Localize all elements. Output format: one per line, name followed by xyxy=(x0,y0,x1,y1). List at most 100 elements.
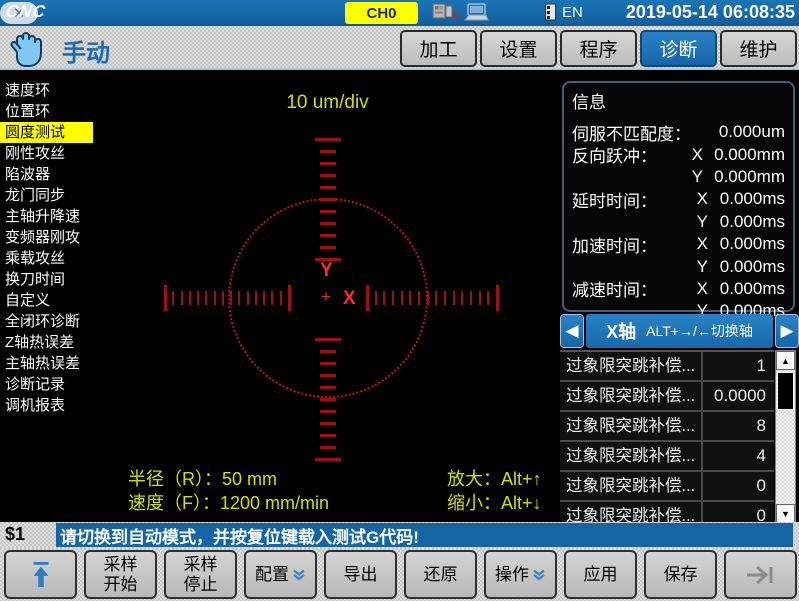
sidebar-item[interactable]: 位置环 xyxy=(0,101,93,122)
info-axis: X xyxy=(685,234,720,254)
info-row: 加速时间： X 0.000ms xyxy=(572,233,785,255)
current-axis-label: X轴 xyxy=(606,318,636,344)
graticule-tick xyxy=(172,291,174,305)
graticule-tick xyxy=(392,291,394,305)
param-value[interactable]: 1 xyxy=(703,352,774,380)
zoom-in-hint: 放大：Alt+↑ xyxy=(447,465,542,491)
status-message-box: 请切换到自动模式，并按复位键载入测试G代码! xyxy=(56,523,793,547)
export-button[interactable]: 导出 xyxy=(324,550,397,599)
zoom-out-hint: 缩小：Alt+↓ xyxy=(447,489,542,515)
param-value[interactable]: 0.0000 xyxy=(703,382,774,410)
x-axis-label: X xyxy=(343,288,356,310)
graticule-tick xyxy=(487,291,489,305)
language-label[interactable]: EN xyxy=(562,4,583,21)
info-row: Y 0.000ms xyxy=(572,211,785,233)
sidebar-item[interactable]: 主轴升降速 xyxy=(0,206,93,227)
graticule-tick xyxy=(271,291,273,305)
scroll-up-button[interactable]: ▲ xyxy=(776,351,795,370)
save-button[interactable]: 保存 xyxy=(644,550,717,599)
table-row[interactable]: 过象限突跳补偿... 1 xyxy=(560,352,774,382)
sidebar-item[interactable]: 调机报表 xyxy=(0,395,93,416)
sidebar-item[interactable]: 变频器刚攻 xyxy=(0,227,93,248)
graticule-tick xyxy=(435,291,437,305)
sidebar-item[interactable]: 自定义 xyxy=(0,290,93,311)
graticule-tick xyxy=(320,198,336,201)
table-row[interactable]: 过象限突跳补偿... 0 xyxy=(560,502,774,524)
param-value[interactable]: 0 xyxy=(703,472,774,500)
info-value: 0.000ms xyxy=(720,189,785,209)
softkey-label: 停止 xyxy=(184,575,218,595)
info-axis: Y xyxy=(680,167,714,187)
table-scrollbar[interactable]: ▲ ▼ xyxy=(775,350,796,524)
table-row[interactable]: 过象限突跳补偿... 4 xyxy=(560,442,774,472)
sidebar-item[interactable]: 诊断记录 xyxy=(0,374,93,395)
graticule-tick xyxy=(288,285,291,311)
operate-button[interactable]: 操作 xyxy=(484,550,557,599)
graticule-tick xyxy=(222,291,224,305)
tab-machining[interactable]: 加工 xyxy=(400,30,477,67)
next-axis-button[interactable]: ▶ xyxy=(775,314,799,348)
sidebar-item[interactable]: Z轴热误差 xyxy=(0,332,93,353)
sidebar-item[interactable]: 龙门同步 xyxy=(0,185,93,206)
next-page-button[interactable] xyxy=(724,550,797,599)
scrollbar-thumb[interactable] xyxy=(777,372,794,410)
sample-start-button[interactable]: 采样 开始 xyxy=(84,550,157,599)
left-triangle-icon: ◀ xyxy=(565,321,578,341)
graticule-tick xyxy=(383,291,385,305)
sidebar-item[interactable]: 陷波器 xyxy=(0,164,93,185)
graticule-tick xyxy=(401,291,403,305)
softkey-label: 导出 xyxy=(344,565,378,585)
graticule-tick xyxy=(320,386,336,389)
info-axis: X xyxy=(680,145,714,165)
table-row[interactable]: 过象限突跳补偿... 0 xyxy=(560,472,774,502)
param-value[interactable]: 0 xyxy=(703,502,774,524)
datetime-display: 2019-05-14 06:08:35 xyxy=(626,2,795,23)
info-value: 0.000mm xyxy=(714,145,785,165)
sidebar-item[interactable]: 换刀时间 xyxy=(0,269,93,290)
sidebar-item[interactable]: 刚性攻丝 xyxy=(0,143,93,164)
info-axis: Y xyxy=(685,257,720,277)
info-value: 0.000mm xyxy=(714,167,785,187)
param-name: 过象限突跳补偿... xyxy=(560,502,703,524)
graticule-tick xyxy=(320,422,336,425)
sample-stop-button[interactable]: 采样 停止 xyxy=(164,550,237,599)
sidebar-item-selected[interactable]: 圆度测试 xyxy=(0,122,93,143)
chevron-down-icon xyxy=(532,569,546,581)
up-triangle-icon: ▲ xyxy=(781,356,790,366)
feed-label: 速度（F）：1200 mm/min xyxy=(128,489,329,515)
graticule-tick xyxy=(280,291,282,305)
apply-button[interactable]: 应用 xyxy=(564,550,637,599)
status-bar: $1 请切换到自动模式，并按复位键载入测试G代码! xyxy=(0,522,799,548)
sidebar-item[interactable]: 主轴热误差 xyxy=(0,353,93,374)
tab-program[interactable]: 程序 xyxy=(560,30,637,67)
info-label: 减速时间： xyxy=(572,276,685,301)
graticule-tick xyxy=(320,150,336,153)
graticule-tick xyxy=(205,291,207,305)
tab-diagnosis[interactable]: 诊断 xyxy=(640,30,717,67)
graticule-tick xyxy=(320,222,336,225)
tab-settings[interactable]: 设置 xyxy=(480,30,557,67)
restore-button[interactable]: 还原 xyxy=(404,550,477,599)
return-button[interactable] xyxy=(4,550,77,599)
status-message: 请切换到自动模式，并按复位键载入测试G代码! xyxy=(56,523,419,548)
scroll-down-button[interactable]: ▼ xyxy=(776,504,795,523)
sidebar-item[interactable]: 速度环 xyxy=(0,80,93,101)
graticule-tick xyxy=(496,285,499,311)
graticule-tick xyxy=(320,434,336,437)
sidebar-item[interactable]: 乘载攻丝 xyxy=(0,248,93,269)
sidebar-item[interactable]: 全闭环诊断 xyxy=(0,311,93,332)
table-row[interactable]: 过象限突跳补偿... 8 xyxy=(560,412,774,442)
device-status-icon xyxy=(432,3,454,21)
param-value[interactable]: 4 xyxy=(703,442,774,470)
info-row: 反向跃冲： X 0.000mm xyxy=(572,143,785,165)
param-value[interactable]: 8 xyxy=(703,412,774,440)
graticule-tick xyxy=(214,291,216,305)
graticule-tick xyxy=(427,291,429,305)
table-row[interactable]: 过象限突跳补偿... 0.0000 xyxy=(560,382,774,412)
tab-maintenance[interactable]: 维护 xyxy=(720,30,797,67)
graticule-tick xyxy=(320,186,336,189)
config-button[interactable]: 配置 xyxy=(244,550,317,599)
graticule-tick xyxy=(164,285,167,311)
prev-axis-button[interactable]: ◀ xyxy=(560,314,584,348)
softkey-label: 保存 xyxy=(664,565,698,585)
